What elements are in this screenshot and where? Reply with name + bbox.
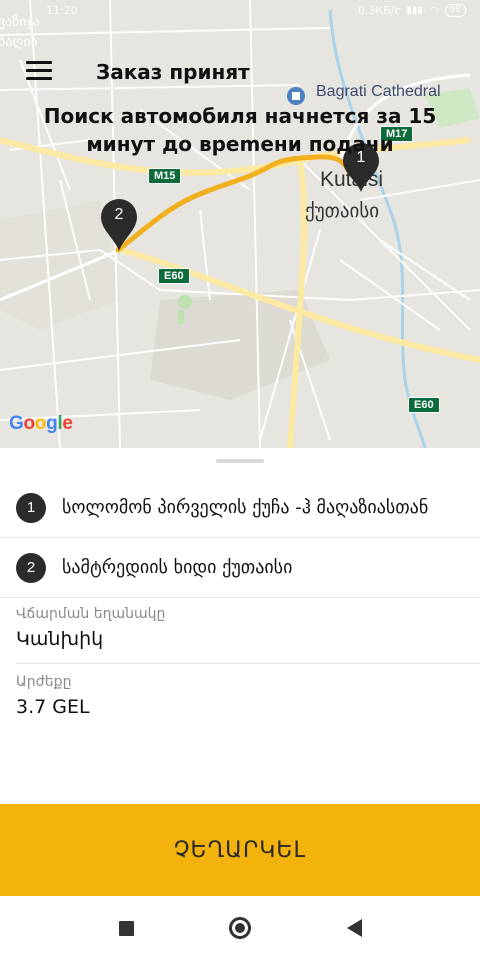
payment-method-field: Վճարման եղանակը Կանխիկ [16, 606, 466, 650]
page-title: Заказ принят [96, 60, 250, 84]
drag-handle[interactable] [216, 459, 264, 463]
wifi-icon: ◠ [428, 4, 439, 17]
route-stop-2[interactable]: 2 სამტრედიის ხიდი ქუთაისი [0, 538, 480, 598]
status-bar: 11:20 0,3КБ/с ▮▮▮ ◠ 98 [0, 0, 480, 26]
android-nav-bar [0, 896, 480, 960]
map-label-ka-2: ბაღია [0, 34, 38, 50]
road-shield-e60-b: E60 [408, 397, 440, 413]
order-details-sheet: 1 სოლომონ პირველის ქუჩა -ჰ მაღაზიასთან 2… [0, 448, 480, 804]
search-notice: Поиск автомобиля начнется за 15 минут до… [43, 104, 437, 156]
stop-number-badge: 1 [16, 492, 46, 523]
google-logo: Google [9, 413, 73, 434]
stop-number-badge: 2 [16, 552, 46, 583]
stop-address: სამტრედიის ხიდი ქუთაისი [62, 557, 293, 578]
home-icon[interactable] [222, 910, 258, 946]
cancel-order-button[interactable]: ՉԵՂԱՐԿԵԼ [0, 804, 480, 896]
road-shield-e60-a: E60 [158, 268, 190, 284]
stop-address: სოლომონ პირველის ქუჩა -ჰ მაღაზიასთან [62, 497, 429, 518]
map-marker-2[interactable]: 2 [100, 198, 138, 252]
map-label-kutaisi-ka: ქუთაისი [305, 200, 380, 222]
cost-field: Արժեքը 3.7 GEL [16, 674, 466, 718]
map-marker-2-label: 2 [114, 206, 124, 223]
network-speed: 0,3КБ/с [357, 4, 401, 17]
recent-apps-icon[interactable] [108, 910, 144, 946]
cost-label: Արժեքը [16, 674, 72, 690]
payment-method-label: Վճարման եղանակը [16, 606, 166, 622]
cost-value: 3.7 GEL [16, 696, 90, 718]
map-label-bagrati: Bagrati Cathedral [316, 83, 441, 100]
hamburger-menu-icon[interactable] [26, 61, 52, 81]
route-stop-1[interactable]: 1 სოლომონ პირველის ქუჩა -ჰ მაღაზიასთან [0, 478, 480, 538]
road-shield-m15: M15 [148, 168, 182, 184]
payment-method-value: Կանխիկ [16, 628, 104, 650]
battery-icon: 98 [444, 4, 466, 17]
status-time: 11:20 [46, 4, 78, 17]
signal-icon: ▮▮▮ [406, 5, 423, 16]
divider [16, 663, 480, 664]
back-icon[interactable] [336, 910, 372, 946]
